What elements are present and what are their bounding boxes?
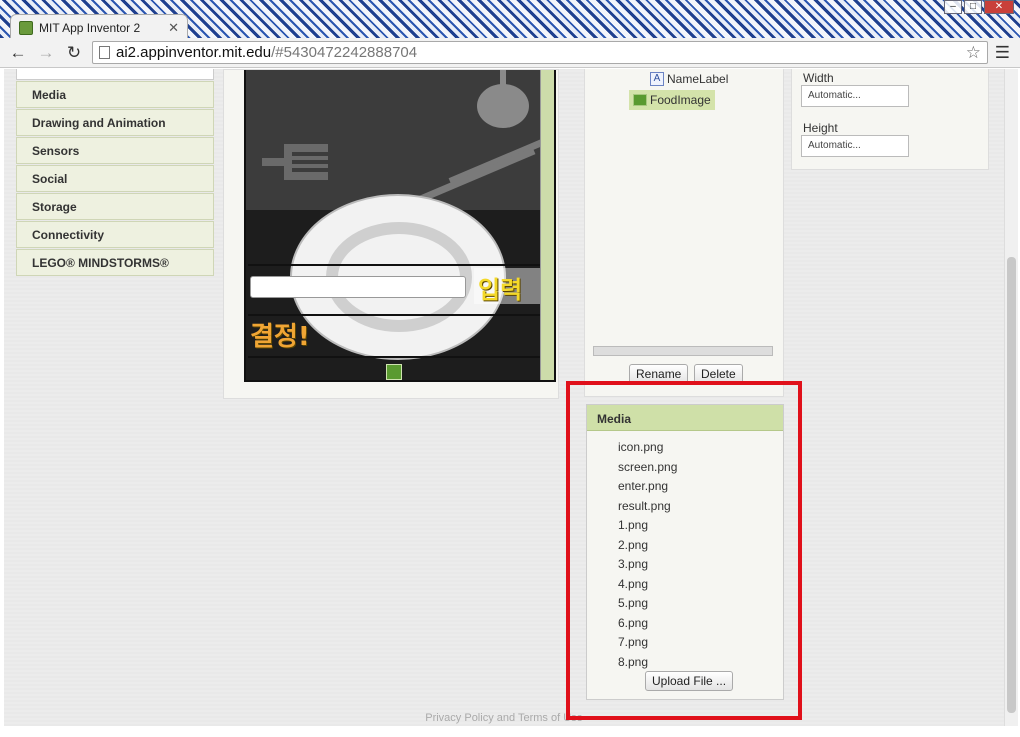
page-icon: [99, 46, 110, 59]
palette-item-drawing-animation[interactable]: Drawing and Animation: [16, 109, 214, 136]
palette-search-input[interactable]: [16, 69, 214, 80]
tree-item-label: NameLabel: [667, 72, 729, 86]
palette-item-connectivity[interactable]: Connectivity: [16, 221, 214, 248]
arrangement-border: [248, 264, 542, 266]
palette-item-media[interactable]: Media: [16, 81, 214, 108]
forward-icon[interactable]: →: [36, 43, 56, 63]
media-highlight-annotation: [566, 381, 802, 720]
palette-item-social[interactable]: Social: [16, 165, 214, 192]
scrollbar-thumb[interactable]: [1007, 257, 1016, 713]
width-field[interactable]: Automatic...: [801, 85, 909, 107]
menu-icon[interactable]: ☰: [995, 43, 1010, 63]
components-panel: A NameLabel FoodImage Rename Delete: [584, 69, 784, 397]
tree-item-foodimage[interactable]: FoodImage: [629, 90, 715, 110]
food-text-input[interactable]: [250, 276, 466, 298]
reload-icon[interactable]: ↻: [64, 43, 84, 63]
minimize-icon[interactable]: –: [944, 0, 962, 14]
properties-panel: Width Automatic... Height Automatic...: [791, 69, 989, 170]
fork-graphic: [262, 144, 328, 180]
url-host: ai2.appinventor.mit.edu: [116, 44, 272, 61]
food-image-placeholder-icon[interactable]: [386, 364, 402, 380]
footer-privacy-link[interactable]: Privacy Policy and Terms of Use: [4, 712, 1004, 726]
height-label: Height: [803, 121, 838, 135]
tab-close-icon[interactable]: ✕: [168, 20, 179, 36]
arrangement-border: [248, 356, 542, 358]
tab-title: MIT App Inventor 2: [39, 20, 141, 35]
browser-tab[interactable]: MIT App Inventor 2 ✕: [10, 14, 188, 40]
window-close-icon[interactable]: ✕: [984, 0, 1014, 14]
back-icon[interactable]: ←: [8, 43, 28, 63]
palette-item-lego-mindstorms[interactable]: LEGO® MINDSTORMS®: [16, 249, 214, 276]
spoon-graphic: [477, 70, 529, 128]
label-icon: A: [650, 72, 664, 86]
enter-button[interactable]: 입력: [474, 268, 540, 304]
designer-viewer: 입력 결정!: [223, 69, 559, 399]
star-icon[interactable]: ☆: [966, 43, 981, 63]
address-bar[interactable]: ai2.appinventor.mit.edu/#543047224288870…: [92, 41, 988, 64]
palette-item-storage[interactable]: Storage: [16, 193, 214, 220]
window-controls: – □ ✕: [944, 0, 1014, 14]
components-horizontal-scrollbar[interactable]: [593, 346, 773, 356]
browser-toolbar: ← → ↻ ai2.appinventor.mit.edu/#543047224…: [0, 38, 1020, 68]
phone-preview: 입력 결정!: [244, 70, 556, 382]
component-palette: Media Drawing and Animation Sensors Soci…: [16, 69, 214, 276]
width-label: Width: [803, 71, 834, 85]
maximize-icon[interactable]: □: [964, 0, 982, 14]
tree-item-label: FoodImage: [650, 93, 711, 107]
url-path: /#5430472242888704: [271, 44, 418, 61]
decide-button[interactable]: 결정!: [250, 316, 310, 353]
page-content: Media Drawing and Animation Sensors Soci…: [4, 69, 1004, 726]
image-icon: [633, 94, 647, 106]
page-scrollbar[interactable]: [1004, 69, 1018, 726]
phone-scroll-edge: [540, 70, 554, 380]
window-titlebar: MIT App Inventor 2 ✕ – □ ✕: [0, 0, 1020, 40]
height-field[interactable]: Automatic...: [801, 135, 909, 157]
palette-item-sensors[interactable]: Sensors: [16, 137, 214, 164]
tree-item-namelabel[interactable]: A NameLabel: [650, 72, 728, 86]
app-inventor-favicon-icon: [19, 20, 33, 35]
